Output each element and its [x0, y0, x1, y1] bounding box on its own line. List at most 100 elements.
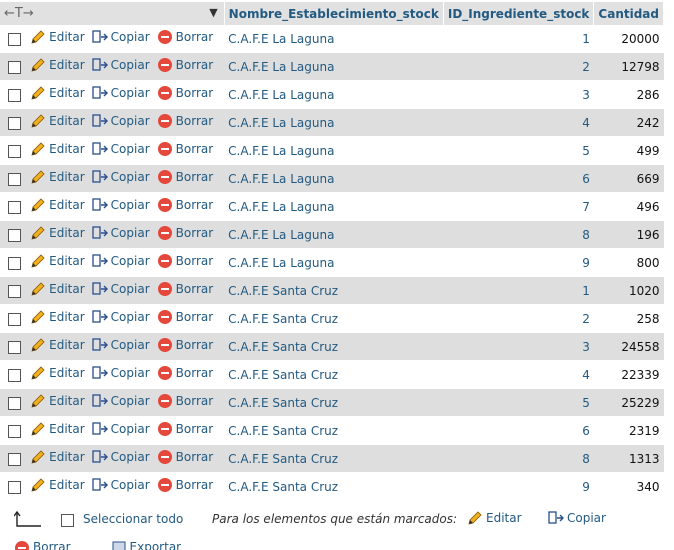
delete-button[interactable]: Borrar [157, 85, 213, 101]
delete-button[interactable]: Borrar [157, 393, 213, 409]
edit-button[interactable]: Editar [30, 393, 85, 409]
row-checkbox-cell [0, 220, 27, 249]
copy-button[interactable]: Copiar [92, 477, 150, 493]
edit-button[interactable]: Editar [30, 449, 85, 465]
delete-button[interactable]: Borrar [157, 477, 214, 493]
delete-button[interactable]: Borrar [157, 337, 213, 353]
delete-icon [157, 57, 173, 73]
column-header-nombre-establecimiento[interactable]: Nombre_Establecimiento_stock [224, 2, 444, 25]
copy-button[interactable]: Copiar [92, 281, 150, 297]
bulk-edit-button[interactable]: Editar [467, 510, 522, 526]
delete-button[interactable]: Borrar [157, 225, 213, 241]
sort-dropdown-icon[interactable]: ▼ [209, 6, 217, 19]
copy-button[interactable]: Copiar [92, 337, 150, 353]
row-checkbox[interactable] [8, 172, 21, 186]
edit-button[interactable]: Editar [30, 253, 85, 269]
copy-button[interactable]: Copiar [92, 449, 150, 465]
edit-button[interactable]: Editar [30, 197, 85, 213]
copy-icon [92, 477, 108, 493]
edit-button[interactable]: Editar [30, 281, 85, 297]
row-checkbox[interactable] [8, 256, 21, 270]
select-all-checkbox[interactable] [61, 514, 74, 527]
table-row: Editar Copiar Borrar C.A.F.E La Laguna 5 499 [0, 136, 664, 165]
row-checkbox[interactable] [8, 340, 21, 354]
delete-button[interactable]: Borrar [157, 365, 213, 381]
row-checkbox[interactable] [8, 480, 21, 494]
edit-label: Editar [49, 142, 85, 156]
delete-button[interactable]: Borrar [157, 281, 213, 297]
row-checkbox[interactable] [8, 144, 21, 158]
row-checkbox[interactable] [8, 228, 21, 242]
edit-label: Editar [49, 170, 85, 184]
select-all-link[interactable]: Seleccionar todo [83, 512, 183, 526]
pencil-icon [30, 309, 46, 325]
copy-button[interactable]: Copiar [92, 85, 150, 101]
cell-id-ingrediente: 9 [443, 472, 594, 501]
delete-button[interactable]: Borrar [157, 421, 213, 437]
copy-button[interactable]: Copiar [92, 421, 150, 437]
copy-button[interactable]: Copiar [92, 225, 150, 241]
row-checkbox[interactable] [8, 368, 21, 382]
delete-button[interactable]: Borrar [157, 169, 213, 185]
cell-nombre-establecimiento: C.A.F.E La Laguna [224, 248, 444, 277]
copy-button[interactable]: Copiar [92, 309, 150, 325]
copy-icon [92, 197, 108, 213]
row-checkbox[interactable] [8, 452, 21, 466]
edit-button[interactable]: Editar [30, 57, 85, 73]
copy-button[interactable]: Copiar [92, 197, 150, 213]
delete-button[interactable]: Borrar [157, 309, 213, 325]
delete-icon [157, 253, 173, 269]
row-checkbox[interactable] [8, 116, 21, 130]
copy-button[interactable]: Copiar [92, 365, 150, 381]
copy-icon [92, 337, 108, 353]
cell-id-ingrediente: 8 [443, 444, 594, 473]
row-checkbox[interactable] [8, 424, 21, 438]
edit-button[interactable]: Editar [30, 337, 85, 353]
cell-id-ingrediente: 5 [443, 136, 594, 165]
row-checkbox[interactable] [8, 88, 21, 102]
copy-button[interactable]: Copiar [92, 393, 150, 409]
delete-button[interactable]: Borrar [157, 141, 213, 157]
edit-button[interactable]: Editar [30, 141, 85, 157]
edit-label: Editar [49, 86, 85, 100]
row-checkbox[interactable] [8, 396, 21, 410]
row-checkbox[interactable] [8, 32, 21, 46]
row-checkbox-cell [0, 192, 27, 221]
delete-button[interactable]: Borrar [157, 253, 213, 269]
edit-button[interactable]: Editar [30, 169, 85, 185]
delete-button[interactable]: Borrar [157, 29, 213, 45]
pencil-icon [30, 29, 46, 45]
delete-button[interactable]: Borrar [157, 449, 213, 465]
edit-button[interactable]: Editar [30, 113, 85, 129]
edit-button[interactable]: Editar [30, 421, 85, 437]
edit-button[interactable]: Editar [30, 225, 85, 241]
delete-button[interactable]: Borrar [157, 113, 213, 129]
cell-nombre-establecimiento: C.A.F.E Santa Cruz [224, 332, 444, 361]
copy-button[interactable]: Copiar [92, 253, 150, 269]
bulk-export-label[interactable]: Exportar [130, 540, 182, 550]
column-header-id-ingrediente[interactable]: ID_Ingrediente_stock [443, 2, 595, 25]
copy-icon [92, 85, 108, 101]
column-header-cantidad[interactable]: Cantidad [593, 2, 664, 25]
copy-button[interactable]: Copiar [92, 113, 150, 129]
copy-button[interactable]: Copiar [92, 29, 150, 45]
row-checkbox[interactable] [8, 312, 21, 326]
bulk-delete-label[interactable]: Borrar [33, 540, 71, 550]
edit-button[interactable]: Editar [30, 309, 85, 325]
delete-button[interactable]: Borrar [157, 197, 213, 213]
edit-button[interactable]: Editar [30, 29, 85, 45]
copy-button[interactable]: Copiar [92, 57, 150, 73]
row-checkbox[interactable] [8, 284, 21, 298]
edit-button[interactable]: Editar [30, 477, 85, 493]
row-checkbox[interactable] [8, 200, 21, 214]
delete-label: Borrar [175, 478, 214, 492]
edit-button[interactable]: Editar [30, 365, 85, 381]
delete-button[interactable]: Borrar [157, 57, 213, 73]
copy-button[interactable]: Copiar [92, 141, 150, 157]
bulk-copy-button[interactable]: Copiar [548, 510, 606, 526]
edit-button[interactable]: Editar [30, 85, 85, 101]
row-checkbox[interactable] [8, 60, 21, 74]
copy-icon [548, 510, 564, 526]
nav-arrows[interactable]: ←T→ [4, 6, 34, 21]
copy-button[interactable]: Copiar [92, 169, 150, 185]
